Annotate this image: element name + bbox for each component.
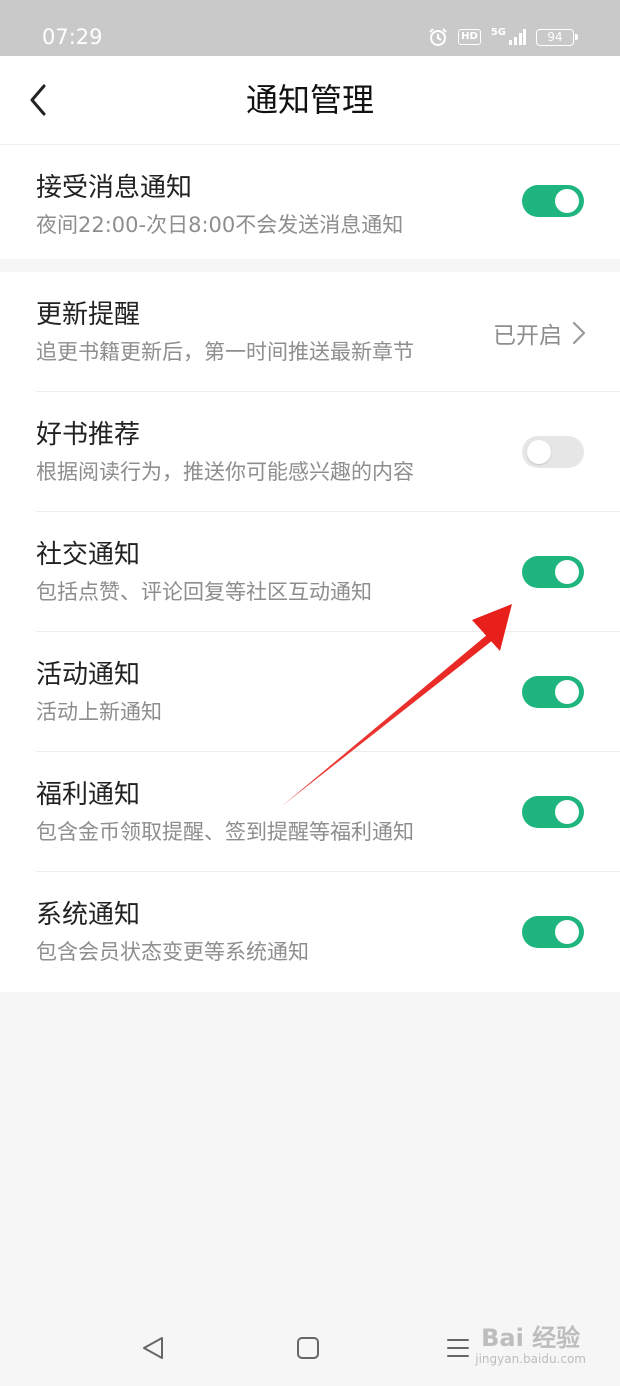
hd-icon: HD xyxy=(458,29,481,45)
network-type: 5G xyxy=(490,27,506,38)
setting-title: 活动通知 xyxy=(36,660,141,690)
setting-title: 更新提醒 xyxy=(36,300,141,330)
watermark-logo-text: Bai 经验 xyxy=(481,1324,581,1352)
setting-subtitle: 活动上新通知 xyxy=(36,700,162,724)
social-notification-toggle[interactable] xyxy=(522,556,584,588)
chevron-right-icon xyxy=(572,321,586,345)
alarm-icon xyxy=(428,27,448,47)
setting-status-value: 已开启 xyxy=(493,323,562,349)
toggle-knob xyxy=(555,680,579,704)
setting-row-social: 社交通知 包括点赞、评论回复等社区互动通知 xyxy=(0,512,620,632)
nav-bar: 通知管理 xyxy=(0,56,620,145)
setting-subtitle: 根据阅读行为，推送你可能感兴趣的内容 xyxy=(36,460,414,484)
update-reminder-link[interactable]: 已开启 xyxy=(493,316,586,350)
status-bar: 07:29 HD 5G 94 xyxy=(0,0,620,56)
setting-subtitle: 包含会员状态变更等系统通知 xyxy=(36,940,309,964)
system-menu-button[interactable] xyxy=(438,1328,478,1368)
baidu-watermark: Bai 经验 jingyan.baidu.com xyxy=(475,1324,586,1366)
menu-lines-icon xyxy=(447,1339,469,1357)
setting-title: 福利通知 xyxy=(36,780,141,810)
settings-list-card: 更新提醒 追更书籍更新后，第一时间推送最新章节 已开启 好书推荐 根据阅读行为，… xyxy=(0,272,620,992)
setting-row-update-reminder[interactable]: 更新提醒 追更书籍更新后，第一时间推送最新章节 已开启 xyxy=(0,272,620,392)
watermark-url: jingyan.baidu.com xyxy=(475,1352,586,1366)
battery-icon: 94 xyxy=(536,28,578,46)
setting-row-system: 系统通知 包含会员状态变更等系统通知 xyxy=(0,872,620,992)
setting-title: 系统通知 xyxy=(36,900,141,930)
page-title: 通知管理 xyxy=(245,81,374,119)
system-nav-bar: Bai 经验 jingyan.baidu.com xyxy=(0,1306,620,1386)
setting-subtitle: 夜间22:00-次日8:00不会发送消息通知 xyxy=(36,213,404,237)
system-notification-toggle[interactable] xyxy=(522,916,584,948)
setting-subtitle: 追更书籍更新后，第一时间推送最新章节 xyxy=(36,340,414,364)
toggle-knob xyxy=(527,440,551,464)
setting-subtitle: 包含金币领取提醒、签到提醒等福利通知 xyxy=(36,820,414,844)
home-square-icon xyxy=(297,1337,319,1359)
toggle-knob xyxy=(555,920,579,944)
setting-row-master: 接受消息通知 夜间22:00-次日8:00不会发送消息通知 xyxy=(0,145,620,259)
setting-row-welfare: 福利通知 包含金币领取提醒、签到提醒等福利通知 xyxy=(0,752,620,872)
setting-row-activity: 活动通知 活动上新通知 xyxy=(0,632,620,752)
back-triangle-icon xyxy=(143,1337,163,1359)
toggle-knob xyxy=(555,189,579,213)
welfare-notification-toggle[interactable] xyxy=(522,796,584,828)
signal-5g-icon: 5G xyxy=(491,28,526,46)
receive-notifications-toggle[interactable] xyxy=(522,185,584,217)
setting-title: 社交通知 xyxy=(36,540,141,570)
system-home-button[interactable] xyxy=(288,1328,328,1368)
setting-subtitle: 包括点赞、评论回复等社区互动通知 xyxy=(36,580,372,604)
setting-row-book-recommend: 好书推荐 根据阅读行为，推送你可能感兴趣的内容 xyxy=(0,392,620,512)
status-time: 07:29 xyxy=(42,25,103,49)
system-back-button[interactable] xyxy=(134,1328,174,1368)
master-setting-card: 接受消息通知 夜间22:00-次日8:00不会发送消息通知 xyxy=(0,145,620,259)
book-recommend-toggle[interactable] xyxy=(522,436,584,468)
setting-title: 好书推荐 xyxy=(36,420,141,450)
setting-title: 接受消息通知 xyxy=(36,173,193,203)
toggle-knob xyxy=(555,800,579,824)
status-icons: HD 5G 94 xyxy=(428,25,578,49)
activity-notification-toggle[interactable] xyxy=(522,676,584,708)
toggle-knob xyxy=(555,560,579,584)
